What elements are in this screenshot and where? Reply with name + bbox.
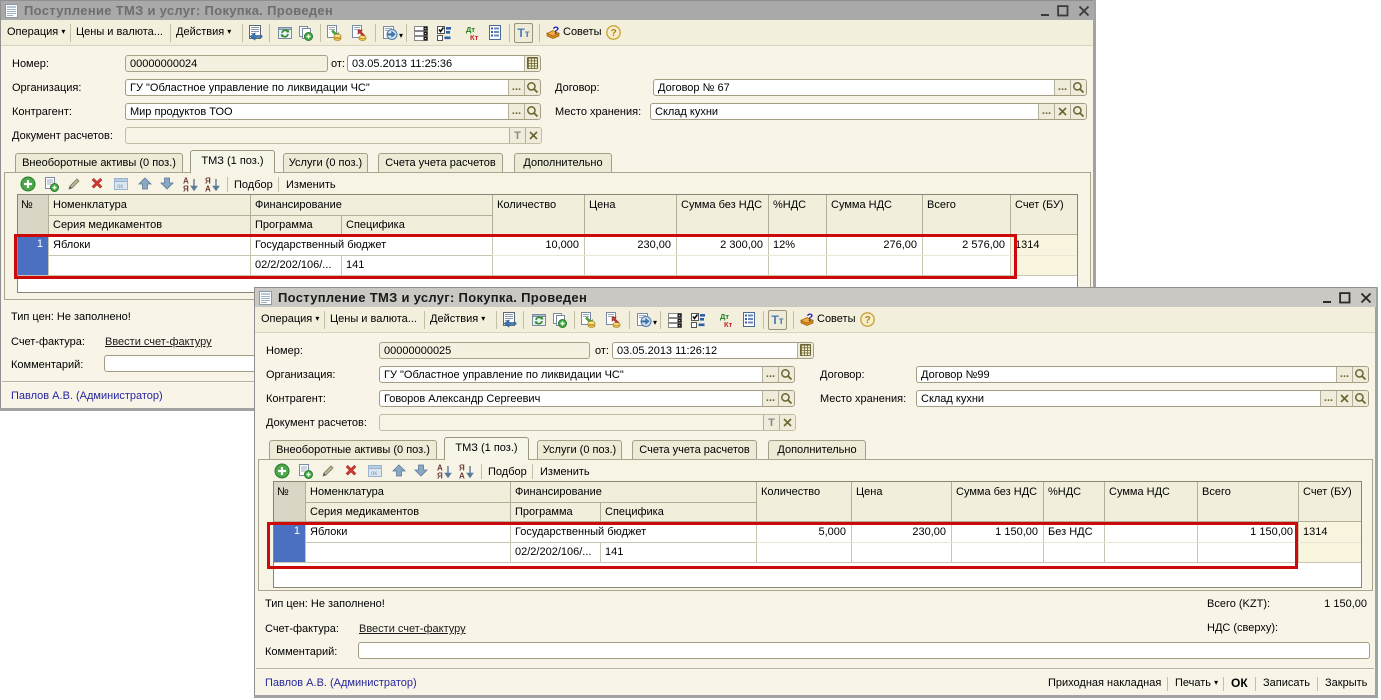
- svg-text:А: А: [459, 472, 465, 480]
- svg-text:ок: ок: [371, 471, 377, 477]
- svg-text:Кт: Кт: [724, 320, 733, 328]
- svg-text:Я: Я: [437, 472, 443, 480]
- svg-text:ок: ок: [117, 184, 123, 190]
- svg-text:?: ?: [807, 312, 814, 324]
- svg-text:А: А: [205, 185, 211, 193]
- svg-text:?: ?: [611, 28, 617, 39]
- svg-text:Кт: Кт: [470, 33, 479, 41]
- svg-text:?: ?: [553, 25, 560, 37]
- svg-text:?: ?: [865, 315, 871, 326]
- svg-text:Я: Я: [183, 185, 189, 193]
